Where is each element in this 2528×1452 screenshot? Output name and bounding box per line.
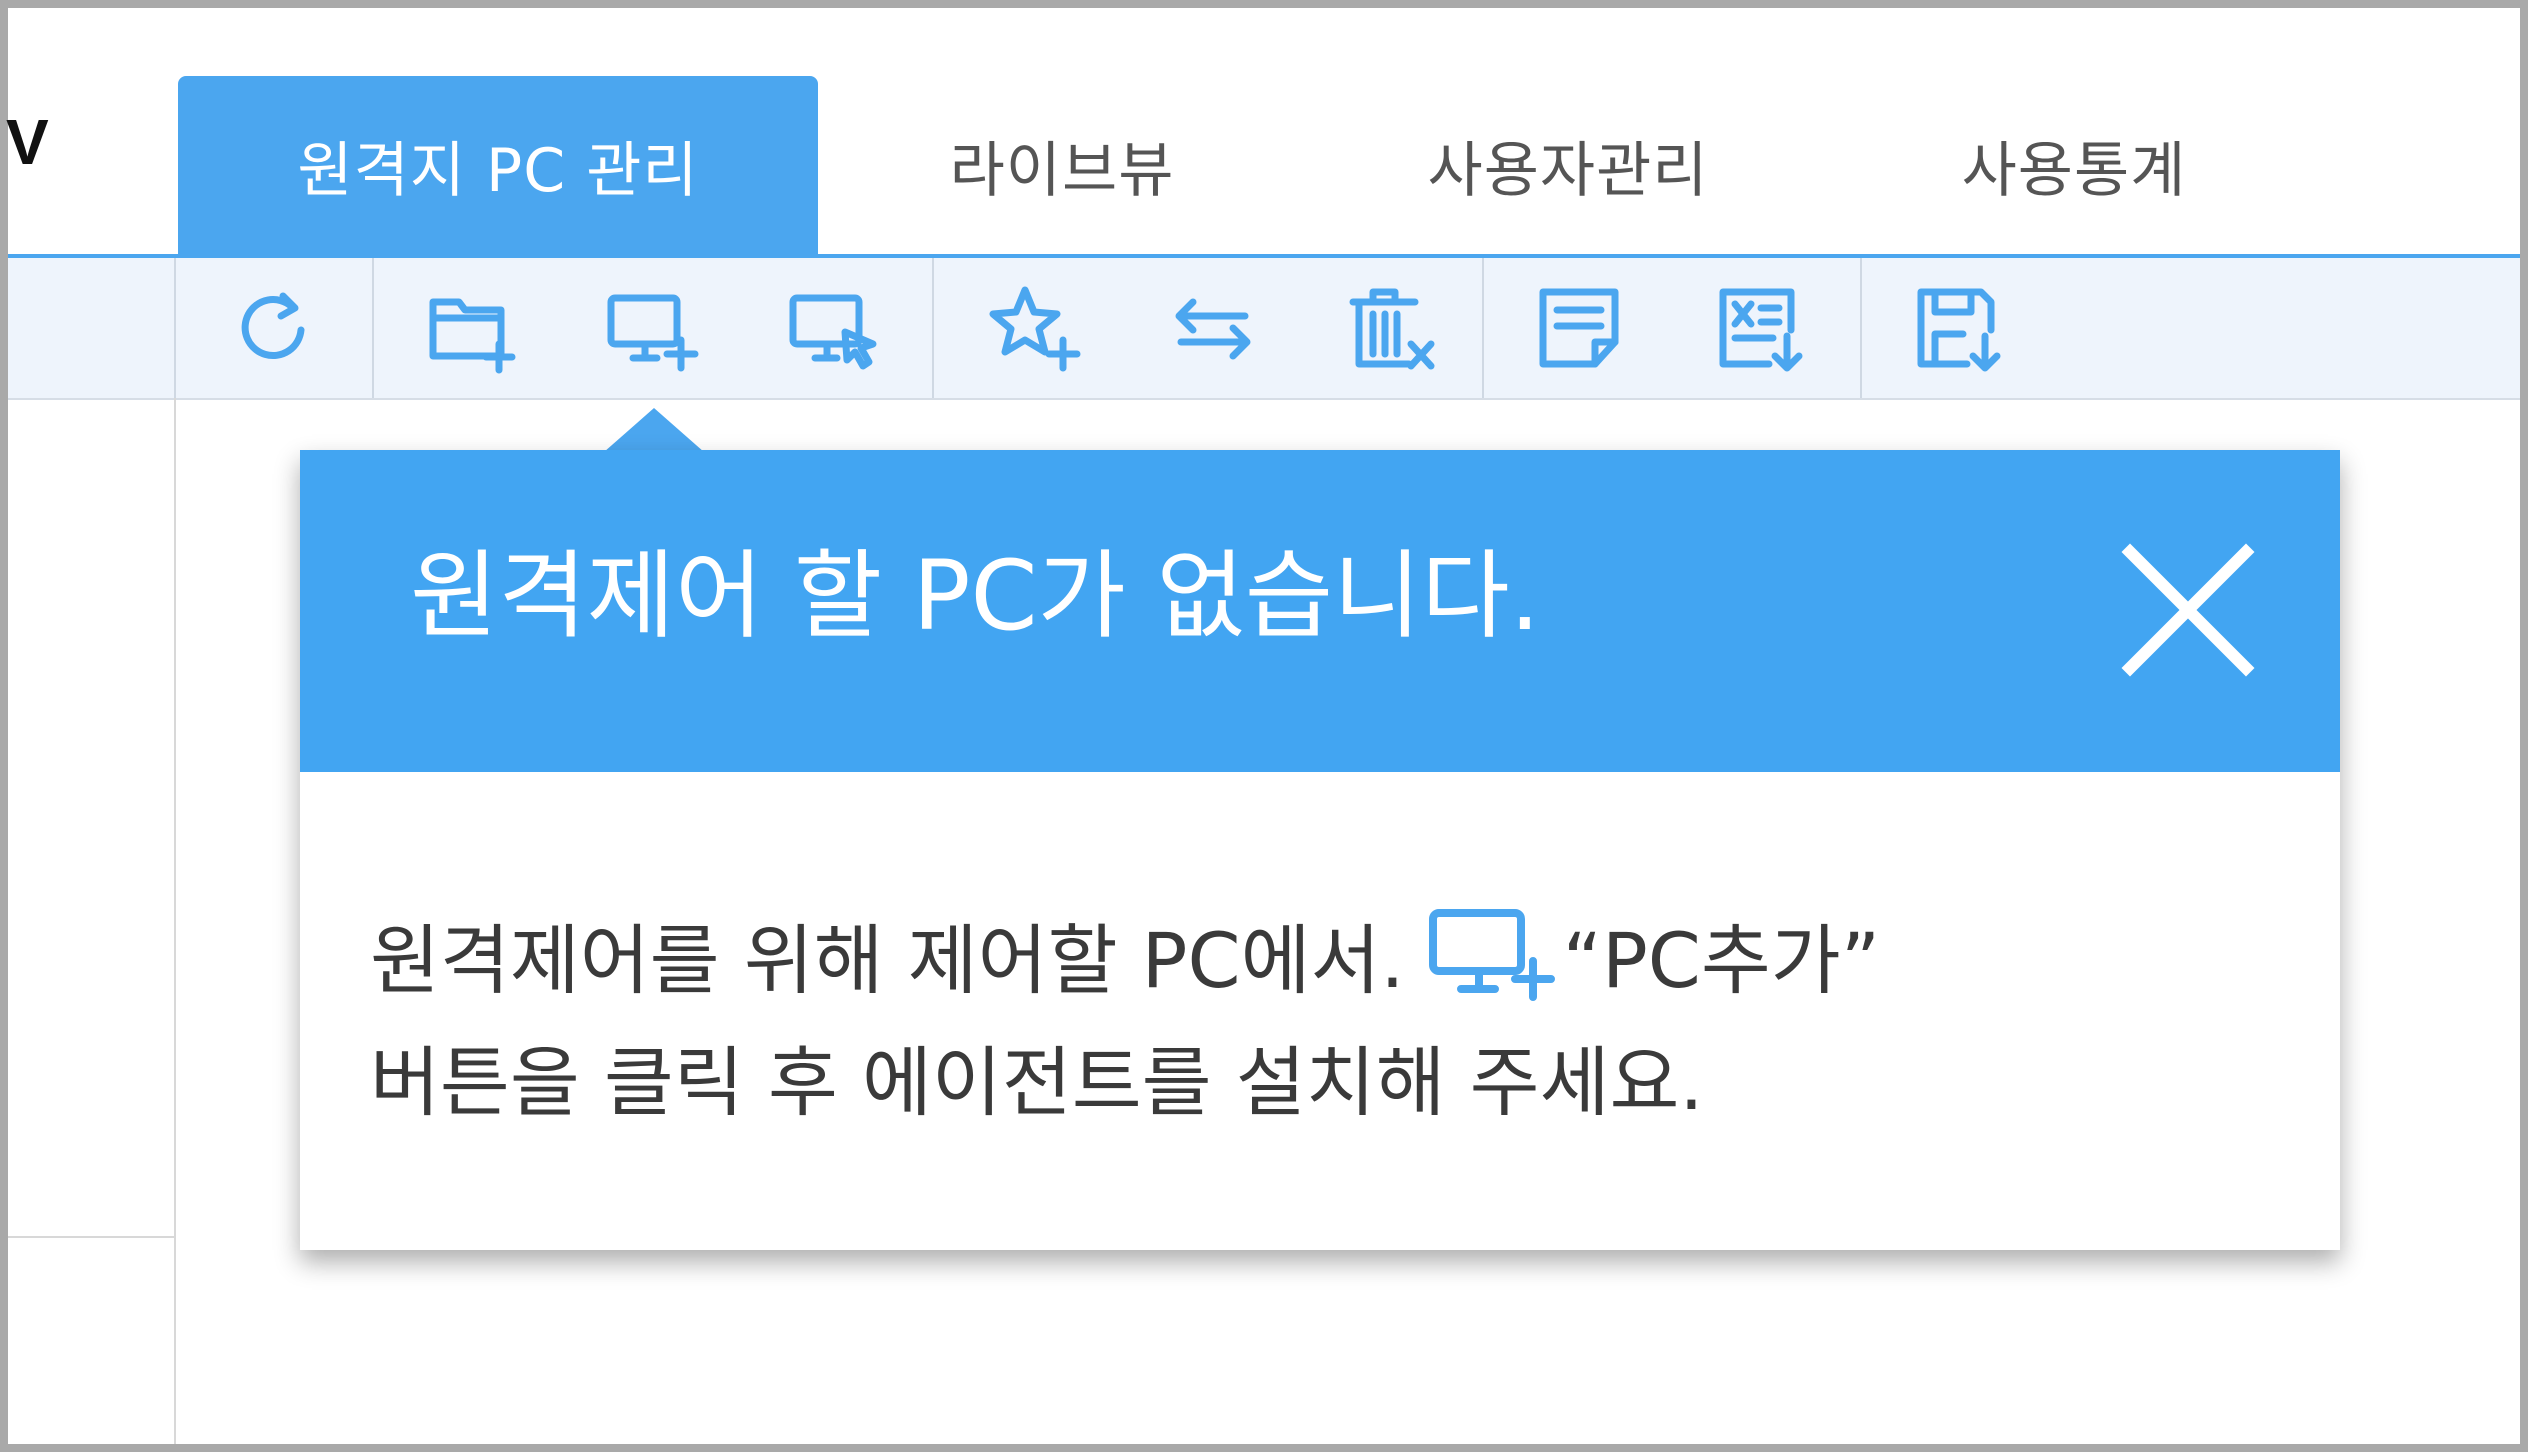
popup-pointer — [604, 408, 704, 452]
pc-add-icon — [1425, 903, 1555, 1003]
popup-header: 원격제어 할 PC가 없습니다. — [300, 450, 2340, 772]
move-button[interactable] — [1158, 278, 1268, 378]
refresh-button[interactable] — [220, 278, 330, 378]
add-pc-button[interactable] — [596, 278, 706, 378]
toolbar-divider — [174, 258, 176, 398]
pc-add-icon — [607, 294, 699, 372]
add-folder-button[interactable] — [416, 278, 526, 378]
refresh-icon — [241, 292, 305, 359]
toolbar-divider — [372, 258, 374, 398]
folder-add-icon — [429, 298, 516, 374]
remote-control-button[interactable] — [778, 278, 888, 378]
save-export-button[interactable] — [1904, 278, 2014, 378]
empty-pc-notice-popup: 원격제어 할 PC가 없습니다. 원격제어를 위해 제어할 PC에서. “PC추… — [300, 450, 2340, 1250]
excel-export-button[interactable] — [1706, 278, 1816, 378]
excel-export-icon — [1719, 288, 1803, 372]
popup-message-line-1: 원격제어를 위해 제어할 PC에서. “PC추가” — [370, 900, 2270, 1022]
tab-usage-statistics[interactable]: 사용통계 — [1754, 76, 2394, 254]
add-favorite-button[interactable] — [978, 278, 1088, 378]
tab-remote-pc-management[interactable]: 원격지 PC 관리 — [178, 76, 818, 254]
favorite-add-icon — [989, 286, 1081, 372]
save-export-icon — [1917, 288, 2001, 372]
delete-icon — [1349, 288, 1435, 370]
delete-button[interactable] — [1336, 278, 1446, 378]
toolbar-divider — [1482, 258, 1484, 398]
close-button[interactable] — [2120, 542, 2256, 678]
message-button-name: “PC추가” — [1562, 916, 1881, 1005]
toolbar-divider — [932, 258, 934, 398]
memo-button[interactable] — [1526, 278, 1636, 378]
left-panel-divider — [174, 398, 176, 1444]
popup-message-line-2: 버튼을 클릭 후 에이전트를 설치해 주세요. — [370, 1038, 1704, 1127]
toolbar — [8, 258, 2520, 400]
message-text: 원격제어를 위해 제어할 PC에서. — [370, 916, 1405, 1005]
popup-message: 원격제어를 위해 제어할 PC에서. “PC추가” 버튼을 클릭 후 에이전트를… — [370, 900, 2270, 1144]
popup-title: 원격제어 할 PC가 없습니다. — [410, 540, 1541, 652]
pc-remote-icon — [789, 294, 877, 370]
swap-icon — [1175, 298, 1251, 360]
memo-icon — [1539, 288, 1619, 368]
tab-bar: 원격지 PC 관리 라이브뷰 사용자관리 사용통계 — [0, 0, 2528, 258]
left-panel-row-line — [8, 1236, 174, 1238]
close-icon — [2121, 543, 2255, 677]
toolbar-divider — [1860, 258, 1862, 398]
